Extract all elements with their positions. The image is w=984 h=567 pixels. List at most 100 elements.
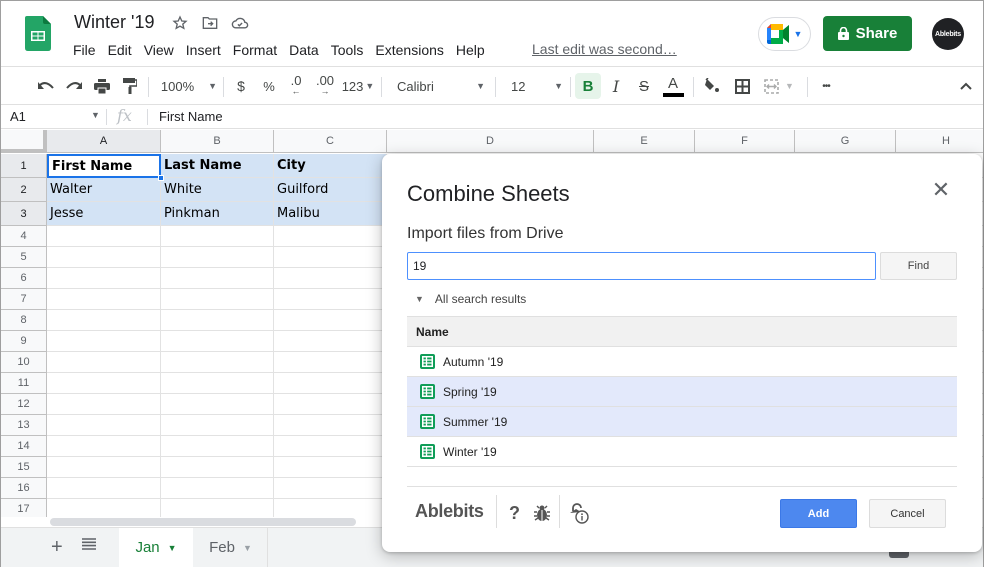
formula-input[interactable]: First Name bbox=[159, 109, 223, 124]
increase-decimals-button[interactable]: .00 → bbox=[313, 67, 337, 105]
select-all-corner[interactable] bbox=[1, 130, 47, 153]
cloud-saved-icon[interactable] bbox=[231, 14, 249, 32]
grid-cell[interactable] bbox=[161, 226, 274, 247]
row-header[interactable]: 15 bbox=[1, 457, 47, 478]
sheets-logo-icon[interactable] bbox=[25, 16, 51, 51]
grid-cell[interactable]: White bbox=[161, 178, 274, 202]
grid-cell[interactable] bbox=[274, 394, 387, 415]
column-header-b[interactable]: B bbox=[161, 130, 274, 153]
paint-format-button[interactable] bbox=[119, 67, 141, 105]
share-button[interactable]: Share bbox=[823, 16, 912, 51]
redo-button[interactable] bbox=[63, 67, 85, 105]
help-icon[interactable]: ? bbox=[509, 503, 520, 524]
borders-button[interactable] bbox=[731, 67, 753, 105]
grid-cell[interactable] bbox=[274, 415, 387, 436]
grid-cell[interactable] bbox=[161, 478, 274, 499]
grid-cell[interactable] bbox=[274, 457, 387, 478]
search-results-toggle[interactable]: ▼ All search results bbox=[415, 292, 526, 306]
row-header[interactable]: 1 bbox=[1, 154, 47, 178]
horizontal-scrollbar[interactable] bbox=[48, 517, 388, 527]
menu-data[interactable]: Data bbox=[283, 41, 325, 59]
result-row[interactable]: Summer '19 bbox=[407, 407, 957, 437]
column-header-c[interactable]: C bbox=[274, 130, 387, 153]
font-size-select[interactable]: 12 ▼ bbox=[505, 67, 567, 105]
grid-cell[interactable] bbox=[47, 436, 161, 457]
grid-cell[interactable] bbox=[47, 331, 161, 352]
grid-cell[interactable] bbox=[161, 415, 274, 436]
bug-report-icon[interactable] bbox=[533, 504, 551, 522]
currency-format-button[interactable]: $ bbox=[231, 67, 251, 105]
name-box[interactable]: A1 bbox=[10, 109, 26, 124]
grid-cell[interactable] bbox=[47, 268, 161, 289]
grid-cell[interactable] bbox=[161, 352, 274, 373]
row-header[interactable]: 10 bbox=[1, 352, 47, 373]
strikethrough-button[interactable]: S bbox=[634, 67, 654, 105]
grid-cell[interactable]: Last Name bbox=[161, 154, 274, 178]
collapse-toolbar-button[interactable] bbox=[956, 67, 976, 105]
star-icon[interactable] bbox=[171, 14, 189, 32]
sheet-tab-jan[interactable]: Jan ▼ bbox=[119, 528, 193, 567]
undo-button[interactable] bbox=[35, 67, 57, 105]
more-options-button[interactable]: ••• bbox=[815, 67, 837, 105]
explore-button[interactable] bbox=[889, 552, 909, 558]
all-sheets-button[interactable] bbox=[82, 537, 96, 555]
grid-cell[interactable] bbox=[47, 226, 161, 247]
row-header[interactable]: 6 bbox=[1, 268, 47, 289]
row-header[interactable]: 4 bbox=[1, 226, 47, 247]
row-header[interactable]: 9 bbox=[1, 331, 47, 352]
menu-tools[interactable]: Tools bbox=[325, 41, 370, 59]
row-header[interactable]: 12 bbox=[1, 394, 47, 415]
row-header[interactable]: 13 bbox=[1, 415, 47, 436]
menu-file[interactable]: File bbox=[67, 41, 102, 59]
chevron-down-icon[interactable]: ▼ bbox=[91, 110, 100, 120]
decrease-decimals-button[interactable]: .0 ← bbox=[285, 67, 307, 105]
grid-cell[interactable] bbox=[47, 373, 161, 394]
grid-cell[interactable]: Pinkman bbox=[161, 202, 274, 226]
add-sheet-button[interactable]: + bbox=[51, 536, 63, 559]
grid-cell[interactable] bbox=[161, 373, 274, 394]
grid-cell[interactable] bbox=[47, 289, 161, 310]
add-button[interactable]: Add bbox=[780, 499, 857, 528]
grid-cell[interactable] bbox=[161, 499, 274, 517]
search-input[interactable] bbox=[407, 252, 876, 280]
row-header[interactable]: 5 bbox=[1, 247, 47, 268]
account-avatar[interactable]: Ablebits bbox=[932, 18, 964, 50]
result-row[interactable]: Winter '19 bbox=[407, 437, 957, 467]
menu-format[interactable]: Format bbox=[227, 41, 283, 59]
grid-cell[interactable] bbox=[161, 331, 274, 352]
row-header[interactable]: 3 bbox=[1, 202, 47, 226]
name-column-header[interactable]: Name bbox=[407, 316, 957, 347]
italic-button[interactable]: I bbox=[606, 67, 626, 105]
column-header-h[interactable]: H bbox=[896, 130, 983, 153]
grid-cell[interactable] bbox=[161, 436, 274, 457]
grid-cell[interactable]: Guilford bbox=[274, 178, 387, 202]
move-folder-icon[interactable] bbox=[201, 14, 219, 32]
column-header-g[interactable]: G bbox=[795, 130, 896, 153]
scrollbar-thumb[interactable] bbox=[50, 518, 356, 526]
grid-cell[interactable] bbox=[274, 373, 387, 394]
grid-cell[interactable] bbox=[161, 310, 274, 331]
grid-cell[interactable] bbox=[161, 457, 274, 478]
grid-cell[interactable] bbox=[161, 394, 274, 415]
print-button[interactable] bbox=[91, 67, 113, 105]
more-formats-button[interactable]: 123 ▼ bbox=[341, 67, 375, 105]
grid-cell[interactable] bbox=[47, 394, 161, 415]
fill-handle[interactable] bbox=[158, 175, 164, 181]
row-header[interactable]: 17 bbox=[1, 499, 47, 517]
cancel-button[interactable]: Cancel bbox=[869, 499, 946, 528]
close-icon[interactable]: ✕ bbox=[931, 179, 951, 201]
last-edit-link[interactable]: Last edit was second… bbox=[532, 41, 677, 57]
grid-cell[interactable] bbox=[161, 268, 274, 289]
grid-cell[interactable] bbox=[47, 499, 161, 517]
row-header[interactable]: 2 bbox=[1, 178, 47, 202]
grid-cell[interactable]: Walter bbox=[47, 178, 161, 202]
grid-cell[interactable]: Jesse bbox=[47, 202, 161, 226]
privacy-info-icon[interactable] bbox=[569, 503, 591, 525]
meet-button[interactable]: ▼ bbox=[758, 17, 811, 51]
menu-view[interactable]: View bbox=[138, 41, 180, 59]
result-row[interactable]: Spring '19 bbox=[407, 377, 957, 407]
grid-cell[interactable] bbox=[274, 331, 387, 352]
font-family-select[interactable]: Calibri ▼ bbox=[391, 67, 489, 105]
grid-cell[interactable] bbox=[47, 310, 161, 331]
grid-cell[interactable] bbox=[274, 352, 387, 373]
